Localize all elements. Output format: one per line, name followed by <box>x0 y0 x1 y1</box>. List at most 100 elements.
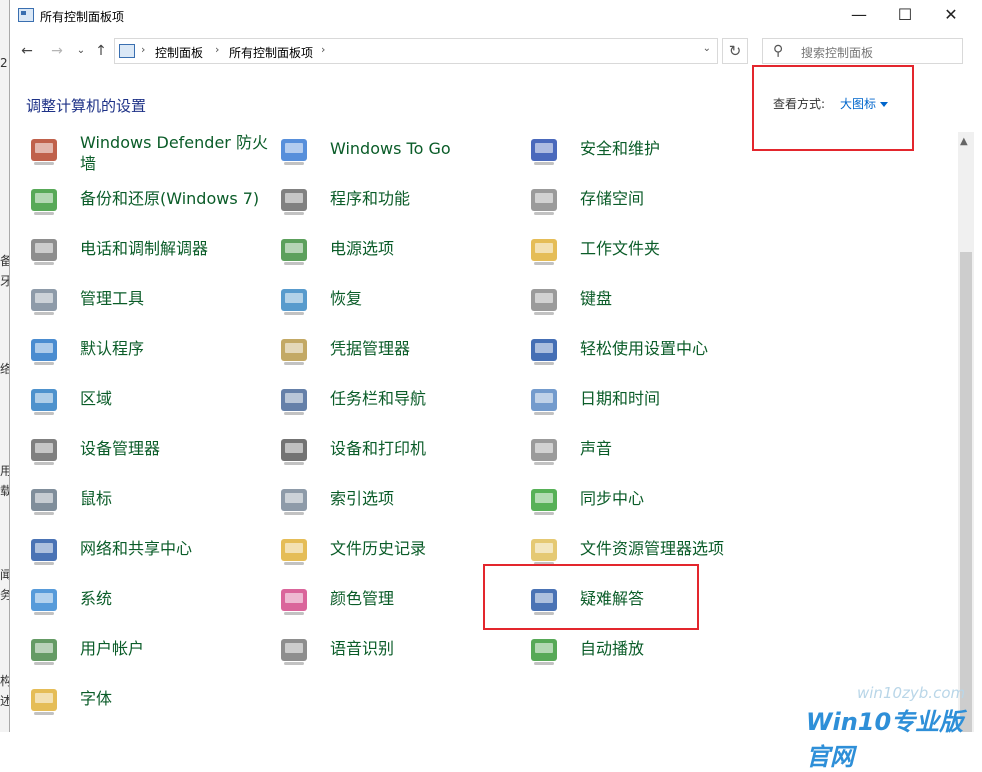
control-panel-item[interactable]: 工作文件夹 <box>528 234 776 274</box>
control-panel-item[interactable]: Windows Defender 防火墙 <box>28 133 276 174</box>
mouse-icon <box>31 489 57 515</box>
control-panel-item-label: 颜色管理 <box>330 589 395 608</box>
control-panel-item-label: 管理工具 <box>80 289 145 308</box>
breadcrumb-separator[interactable]: › <box>321 43 325 56</box>
network-icon <box>31 539 57 565</box>
breadcrumb-all-items[interactable]: 所有控制面板项 <box>229 44 313 61</box>
control-panel-item-label: 日期和时间 <box>580 389 661 408</box>
credential-icon <box>281 339 307 365</box>
watermark-url: win10zyb.com <box>857 684 966 702</box>
recovery-icon <box>281 289 307 315</box>
control-panel-item[interactable]: 网络和共享中心 <box>28 534 276 574</box>
recent-locations-button[interactable]: ⌄ <box>70 41 92 61</box>
breadcrumb-separator[interactable]: › <box>141 43 145 56</box>
address-bar: ← → ⌄ ↑ › 控制面板 › 所有控制面板项 › ⌄ ↻ ⚲ 搜索控制面板 <box>10 34 982 68</box>
control-panel-item-label: 备份和还原(Windows 7) <box>80 189 260 208</box>
control-panel-item[interactable]: 索引选项 <box>278 484 526 524</box>
close-button[interactable]: ✕ <box>928 0 974 30</box>
control-panel-item-label: 工作文件夹 <box>580 239 661 258</box>
user-accounts-icon <box>31 639 57 665</box>
up-button[interactable]: ↑ <box>90 41 112 61</box>
control-panel-item[interactable]: 存储空间 <box>528 184 776 224</box>
breadcrumb-control-panel[interactable]: 控制面板 <box>155 44 203 61</box>
work-folder-icon <box>531 239 557 265</box>
back-button[interactable]: ← <box>16 41 38 61</box>
search-input[interactable]: ⚲ 搜索控制面板 <box>762 38 963 64</box>
control-panel-item-label: 字体 <box>80 689 113 708</box>
address-dropdown-icon[interactable]: ⌄ <box>703 43 711 54</box>
device-manager-icon <box>31 439 57 465</box>
control-panel-item[interactable]: 备份和还原(Windows 7) <box>28 184 276 224</box>
color-management-icon <box>281 589 307 615</box>
control-panel-item-label: 同步中心 <box>580 489 645 508</box>
control-panel-item[interactable]: 电源选项 <box>278 234 526 274</box>
control-panel-item[interactable]: 同步中心 <box>528 484 776 524</box>
control-panel-item-label: 语音识别 <box>330 639 395 658</box>
control-panel-item[interactable]: 设备管理器 <box>28 434 276 474</box>
control-panel-item[interactable]: 键盘 <box>528 284 776 324</box>
control-panel-item[interactable]: 任务栏和导航 <box>278 384 526 424</box>
control-panel-item[interactable]: 恢复 <box>278 284 526 324</box>
background-fragment: 2 <box>0 56 8 70</box>
control-panel-item[interactable]: 默认程序 <box>28 334 276 374</box>
control-panel-icon <box>119 44 135 58</box>
control-panel-item[interactable]: 程序和功能 <box>278 184 526 224</box>
programs-icon <box>281 189 307 215</box>
control-panel-item-label: 文件资源管理器选项 <box>580 539 725 558</box>
control-panel-item-label: 设备管理器 <box>80 439 161 458</box>
maximize-button[interactable]: ☐ <box>882 0 928 30</box>
battery-icon <box>281 239 307 265</box>
control-panel-item[interactable]: 区域 <box>28 384 276 424</box>
control-panel-item-label: 恢复 <box>330 289 363 308</box>
admin-tools-icon <box>31 289 57 315</box>
control-panel-item-label: 键盘 <box>580 289 613 308</box>
calendar-icon <box>531 389 557 415</box>
control-panel-item-label: 默认程序 <box>80 339 145 358</box>
refresh-button[interactable]: ↻ <box>722 38 748 64</box>
forward-button[interactable]: → <box>46 41 68 61</box>
control-panel-item[interactable]: 鼠标 <box>28 484 276 524</box>
address-box[interactable]: › 控制面板 › 所有控制面板项 › ⌄ <box>114 38 718 64</box>
usb-drive-icon <box>281 139 307 165</box>
control-panel-item-label: 设备和打印机 <box>330 439 427 458</box>
scroll-up-arrow-icon[interactable]: ▲ <box>960 136 968 147</box>
scroll-thumb[interactable] <box>960 252 972 732</box>
control-panel-item[interactable]: 设备和打印机 <box>278 434 526 474</box>
minimize-button[interactable]: — <box>836 0 882 30</box>
phone-icon <box>31 239 57 265</box>
control-panel-item[interactable]: 语音识别 <box>278 634 526 674</box>
control-panel-item[interactable]: 电话和调制解调器 <box>28 234 276 274</box>
items-grid: Windows Defender 防火墙 Windows To Go 安全和维护备份… <box>10 132 958 732</box>
control-panel-item[interactable]: 日期和时间 <box>528 384 776 424</box>
control-panel-item[interactable]: 声音 <box>528 434 776 474</box>
control-panel-item[interactable]: Windows To Go <box>278 134 526 174</box>
control-panel-item-label: 存储空间 <box>580 189 645 208</box>
control-panel-item-label: 轻松使用设置中心 <box>580 339 709 358</box>
control-panel-item[interactable]: 字体 <box>28 684 276 724</box>
speaker-icon <box>531 439 557 465</box>
control-panel-item-label: 系统 <box>80 589 113 608</box>
control-panel-item-label: 自动播放 <box>580 639 645 658</box>
vertical-scrollbar[interactable]: ▲ <box>958 132 974 732</box>
printer-icon <box>281 439 307 465</box>
control-panel-item-label: 安全和维护 <box>580 139 661 158</box>
highlight-box-troubleshoot <box>483 564 699 630</box>
keyboard-icon <box>531 289 557 315</box>
breadcrumb-separator[interactable]: › <box>215 43 219 56</box>
control-panel-item-label: 区域 <box>80 389 113 408</box>
control-panel-item[interactable]: 系统 <box>28 584 276 624</box>
control-panel-item[interactable]: 轻松使用设置中心 <box>528 334 776 374</box>
control-panel-item-label: 任务栏和导航 <box>330 389 427 408</box>
control-panel-window: 所有控制面板项 — ☐ ✕ ← → ⌄ ↑ › 控制面板 › 所有控制面板项 ›… <box>9 0 982 732</box>
control-panel-item-label: 用户帐户 <box>80 639 145 658</box>
control-panel-item[interactable]: 管理工具 <box>28 284 276 324</box>
control-panel-item-label: 电话和调制解调器 <box>80 239 209 258</box>
control-panel-item-label: 程序和功能 <box>330 189 411 208</box>
control-panel-item[interactable]: 用户帐户 <box>28 634 276 674</box>
control-panel-item[interactable]: 自动播放 <box>528 634 776 674</box>
control-panel-item[interactable]: 安全和维护 <box>528 134 776 174</box>
control-panel-item[interactable]: 凭据管理器 <box>278 334 526 374</box>
control-panel-item-label: 文件历史记录 <box>330 539 427 558</box>
window-title: 所有控制面板项 <box>40 10 125 24</box>
autoplay-icon <box>531 639 557 665</box>
